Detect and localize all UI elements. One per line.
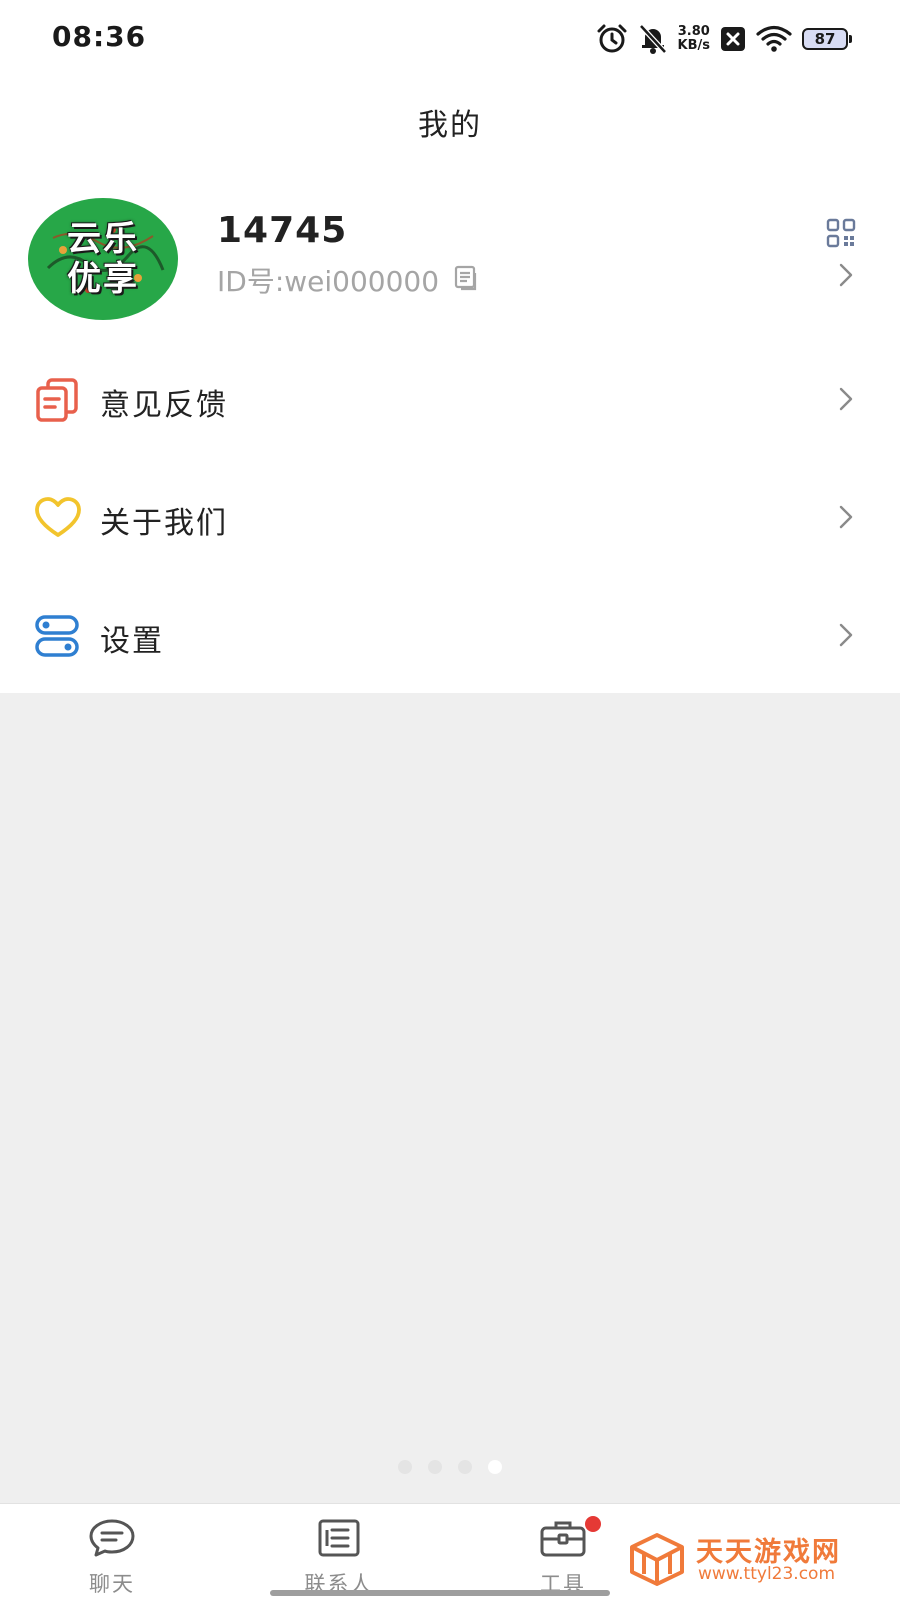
avatar-logo-text: 云乐 优享 bbox=[28, 198, 178, 320]
watermark: 天天游戏网 www.ttyl23.com bbox=[628, 1530, 868, 1588]
menu-item-about[interactable]: 关于我们 bbox=[0, 458, 900, 576]
wifi-icon bbox=[756, 25, 792, 53]
toolbox-icon bbox=[538, 1518, 588, 1562]
profile-card[interactable]: 云乐 优享 14745 ID号:wei000000 bbox=[0, 190, 900, 330]
tab-tools[interactable]: 工具 bbox=[503, 1516, 623, 1598]
qr-code-icon[interactable] bbox=[826, 218, 856, 252]
notification-badge bbox=[585, 1516, 601, 1532]
status-icons: 3.80 KB/s 87 bbox=[596, 22, 852, 56]
contacts-icon bbox=[316, 1518, 362, 1562]
net-speed-unit: KB/s bbox=[677, 38, 710, 53]
menu-item-label: 关于我们 bbox=[100, 506, 228, 541]
alarm-icon bbox=[596, 23, 628, 55]
network-speed: 3.80 KB/s bbox=[678, 25, 710, 53]
tab-chat[interactable]: 聊天 bbox=[52, 1518, 172, 1598]
home-indicator[interactable] bbox=[270, 1590, 610, 1596]
menu-item-label: 设置 bbox=[100, 624, 164, 659]
tab-contacts[interactable]: 联系人 bbox=[279, 1518, 399, 1598]
bell-muted-icon bbox=[638, 23, 668, 55]
page-title: 我的 bbox=[418, 108, 482, 143]
chevron-right-icon bbox=[838, 386, 854, 416]
feedback-icon bbox=[34, 378, 80, 422]
menu-item-label: 意见反馈 bbox=[100, 388, 228, 423]
menu-list: 意见反馈 关于我们 设置 bbox=[0, 340, 900, 694]
battery-level: 87 bbox=[814, 30, 836, 48]
page-dot bbox=[458, 1460, 472, 1474]
page-dot bbox=[428, 1460, 442, 1474]
user-id: ID号:wei000000 bbox=[217, 265, 440, 298]
avatar[interactable]: 云乐 优享 bbox=[28, 198, 178, 320]
status-bar: 08:36 3.80 KB/s 87 bbox=[0, 0, 900, 76]
chevron-right-icon bbox=[838, 622, 854, 652]
settings-icon bbox=[34, 614, 80, 658]
battery-icon: 87 bbox=[802, 28, 852, 50]
menu-item-settings[interactable]: 设置 bbox=[0, 576, 900, 694]
watermark-logo-icon bbox=[628, 1532, 686, 1590]
chevron-right-icon bbox=[838, 262, 854, 292]
net-speed-value: 3.80 bbox=[677, 24, 710, 39]
heart-icon bbox=[34, 496, 81, 540]
avatar-line-2: 优享 bbox=[67, 259, 139, 299]
user-id-row: ID号:wei000000 bbox=[217, 260, 479, 300]
page-dot bbox=[398, 1460, 412, 1474]
menu-item-feedback[interactable]: 意见反馈 bbox=[0, 340, 900, 458]
status-time: 08:36 bbox=[52, 20, 147, 53]
chat-icon bbox=[87, 1518, 137, 1562]
copy-icon[interactable] bbox=[453, 265, 479, 295]
watermark-url: www.ttyl23.com bbox=[698, 1564, 836, 1584]
page-dot bbox=[488, 1460, 502, 1474]
avatar-line-1: 云乐 bbox=[67, 219, 139, 259]
username: 14745 bbox=[217, 210, 348, 251]
tab-label: 聊天 bbox=[89, 1572, 135, 1596]
page-indicator bbox=[398, 1460, 502, 1474]
chevron-right-icon bbox=[838, 504, 854, 534]
close-box-icon bbox=[720, 26, 746, 52]
